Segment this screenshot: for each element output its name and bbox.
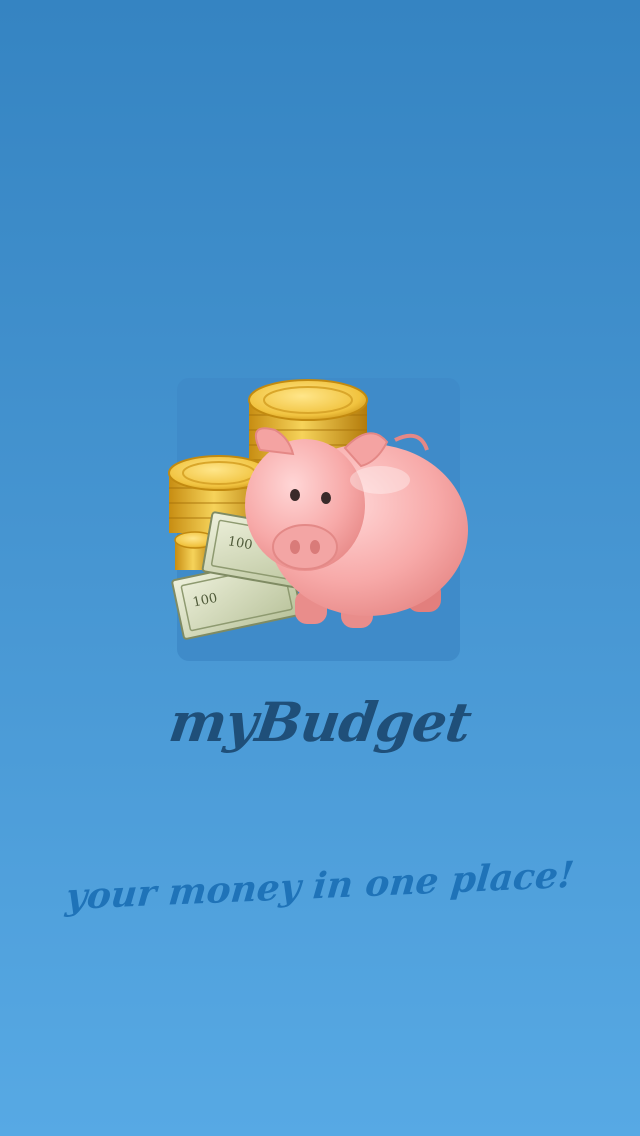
- app-tagline: your money in one place!: [64, 853, 576, 919]
- splash-screen: 100 100 myBudget your money in one place…: [0, 0, 640, 1136]
- piggy-bank-icon: 100 100: [168, 379, 468, 640]
- app-logo: 100 100: [165, 370, 475, 670]
- app-title: myBudget: [165, 690, 475, 754]
